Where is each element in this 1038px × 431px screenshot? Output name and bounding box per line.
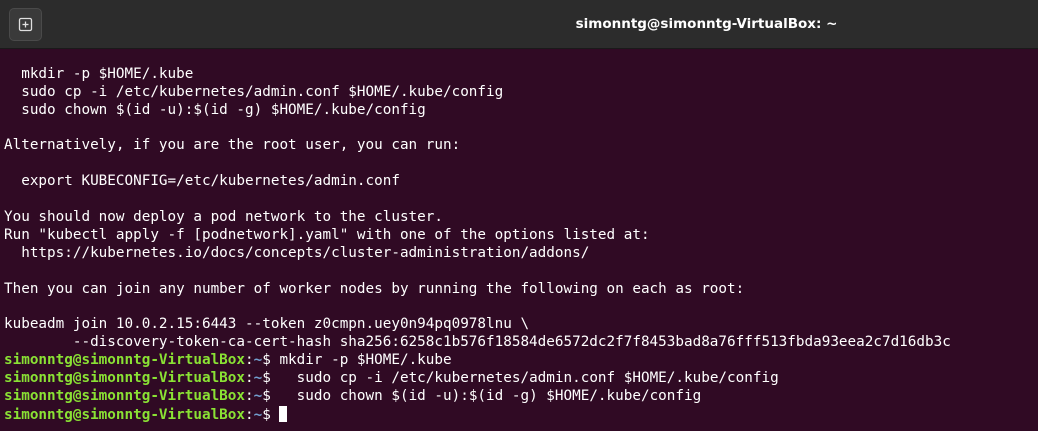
output-line: kubeadm join 10.0.2.15:6443 --token z0cm… [4, 316, 530, 333]
prompt-dollar: $ [262, 387, 271, 404]
prompt-user-host: simonntg@simonntg-VirtualBox [4, 352, 246, 369]
terminal-window: simonntg@simonntg-VirtualBox: ~ mkdir -p… [0, 0, 1038, 431]
prompt-dollar: $ [262, 370, 271, 387]
prompt-path: ~ [253, 406, 263, 423]
output-line: --discovery-token-ca-cert-hash sha256:62… [4, 334, 951, 351]
command-text: sudo cp -i /etc/kubernetes/admin.conf $H… [270, 370, 779, 387]
command-text: sudo chown $(id -u):$(id -g) $HOME/.kube… [270, 387, 702, 404]
output-line: export KUBECONFIG=/etc/kubernetes/admin.… [4, 173, 400, 190]
output-line: sudo cp -i /etc/kubernetes/admin.conf $H… [4, 83, 504, 100]
output-line: https://kubernetes.io/docs/concepts/clus… [4, 244, 590, 261]
prompt-line: simonntg@simonntg-VirtualBox:~$ sudo cp … [4, 370, 1036, 388]
prompt-dollar: $ [262, 352, 271, 369]
output-line: Then you can join any number of worker n… [4, 280, 745, 297]
text-cursor [279, 405, 288, 422]
prompt-user-host: simonntg@simonntg-VirtualBox [4, 370, 246, 387]
output-line: You should now deploy a pod network to t… [4, 209, 443, 226]
prompt-colon: : [245, 352, 254, 369]
prompt-line: simonntg@simonntg-VirtualBox:~$ mkdir -p… [4, 352, 1036, 370]
command-text: mkdir -p $HOME/.kube [270, 352, 452, 369]
output-line: Run "kubectl apply -f [podnetwork].yaml"… [4, 226, 650, 243]
prompt-colon: : [245, 370, 254, 387]
terminal-output[interactable]: mkdir -p $HOME/.kube sudo cp -i /etc/kub… [4, 48, 1036, 431]
prompt-path: ~ [253, 352, 263, 369]
prompt-line[interactable]: simonntg@simonntg-VirtualBox:~$ [4, 405, 1036, 424]
prompt-colon: : [245, 406, 254, 423]
prompt-user-host: simonntg@simonntg-VirtualBox [4, 387, 246, 404]
prompt-user-host: simonntg@simonntg-VirtualBox [4, 406, 246, 423]
output-line: sudo chown $(id -u):$(id -g) $HOME/.kube… [4, 101, 426, 118]
output-line: Alternatively, if you are the root user,… [4, 137, 461, 154]
prompt-path: ~ [253, 387, 263, 404]
title-bar: simonntg@simonntg-VirtualBox: ~ [0, 0, 1038, 49]
prompt-colon: : [245, 387, 254, 404]
prompt-dollar: $ [262, 406, 271, 423]
prompt-path: ~ [253, 370, 263, 387]
output-line: mkdir -p $HOME/.kube [4, 65, 194, 82]
window-title: simonntg@simonntg-VirtualBox: ~ [575, 16, 838, 32]
prompt-line: simonntg@simonntg-VirtualBox:~$ sudo cho… [4, 388, 1036, 406]
command-input[interactable] [271, 407, 280, 423]
